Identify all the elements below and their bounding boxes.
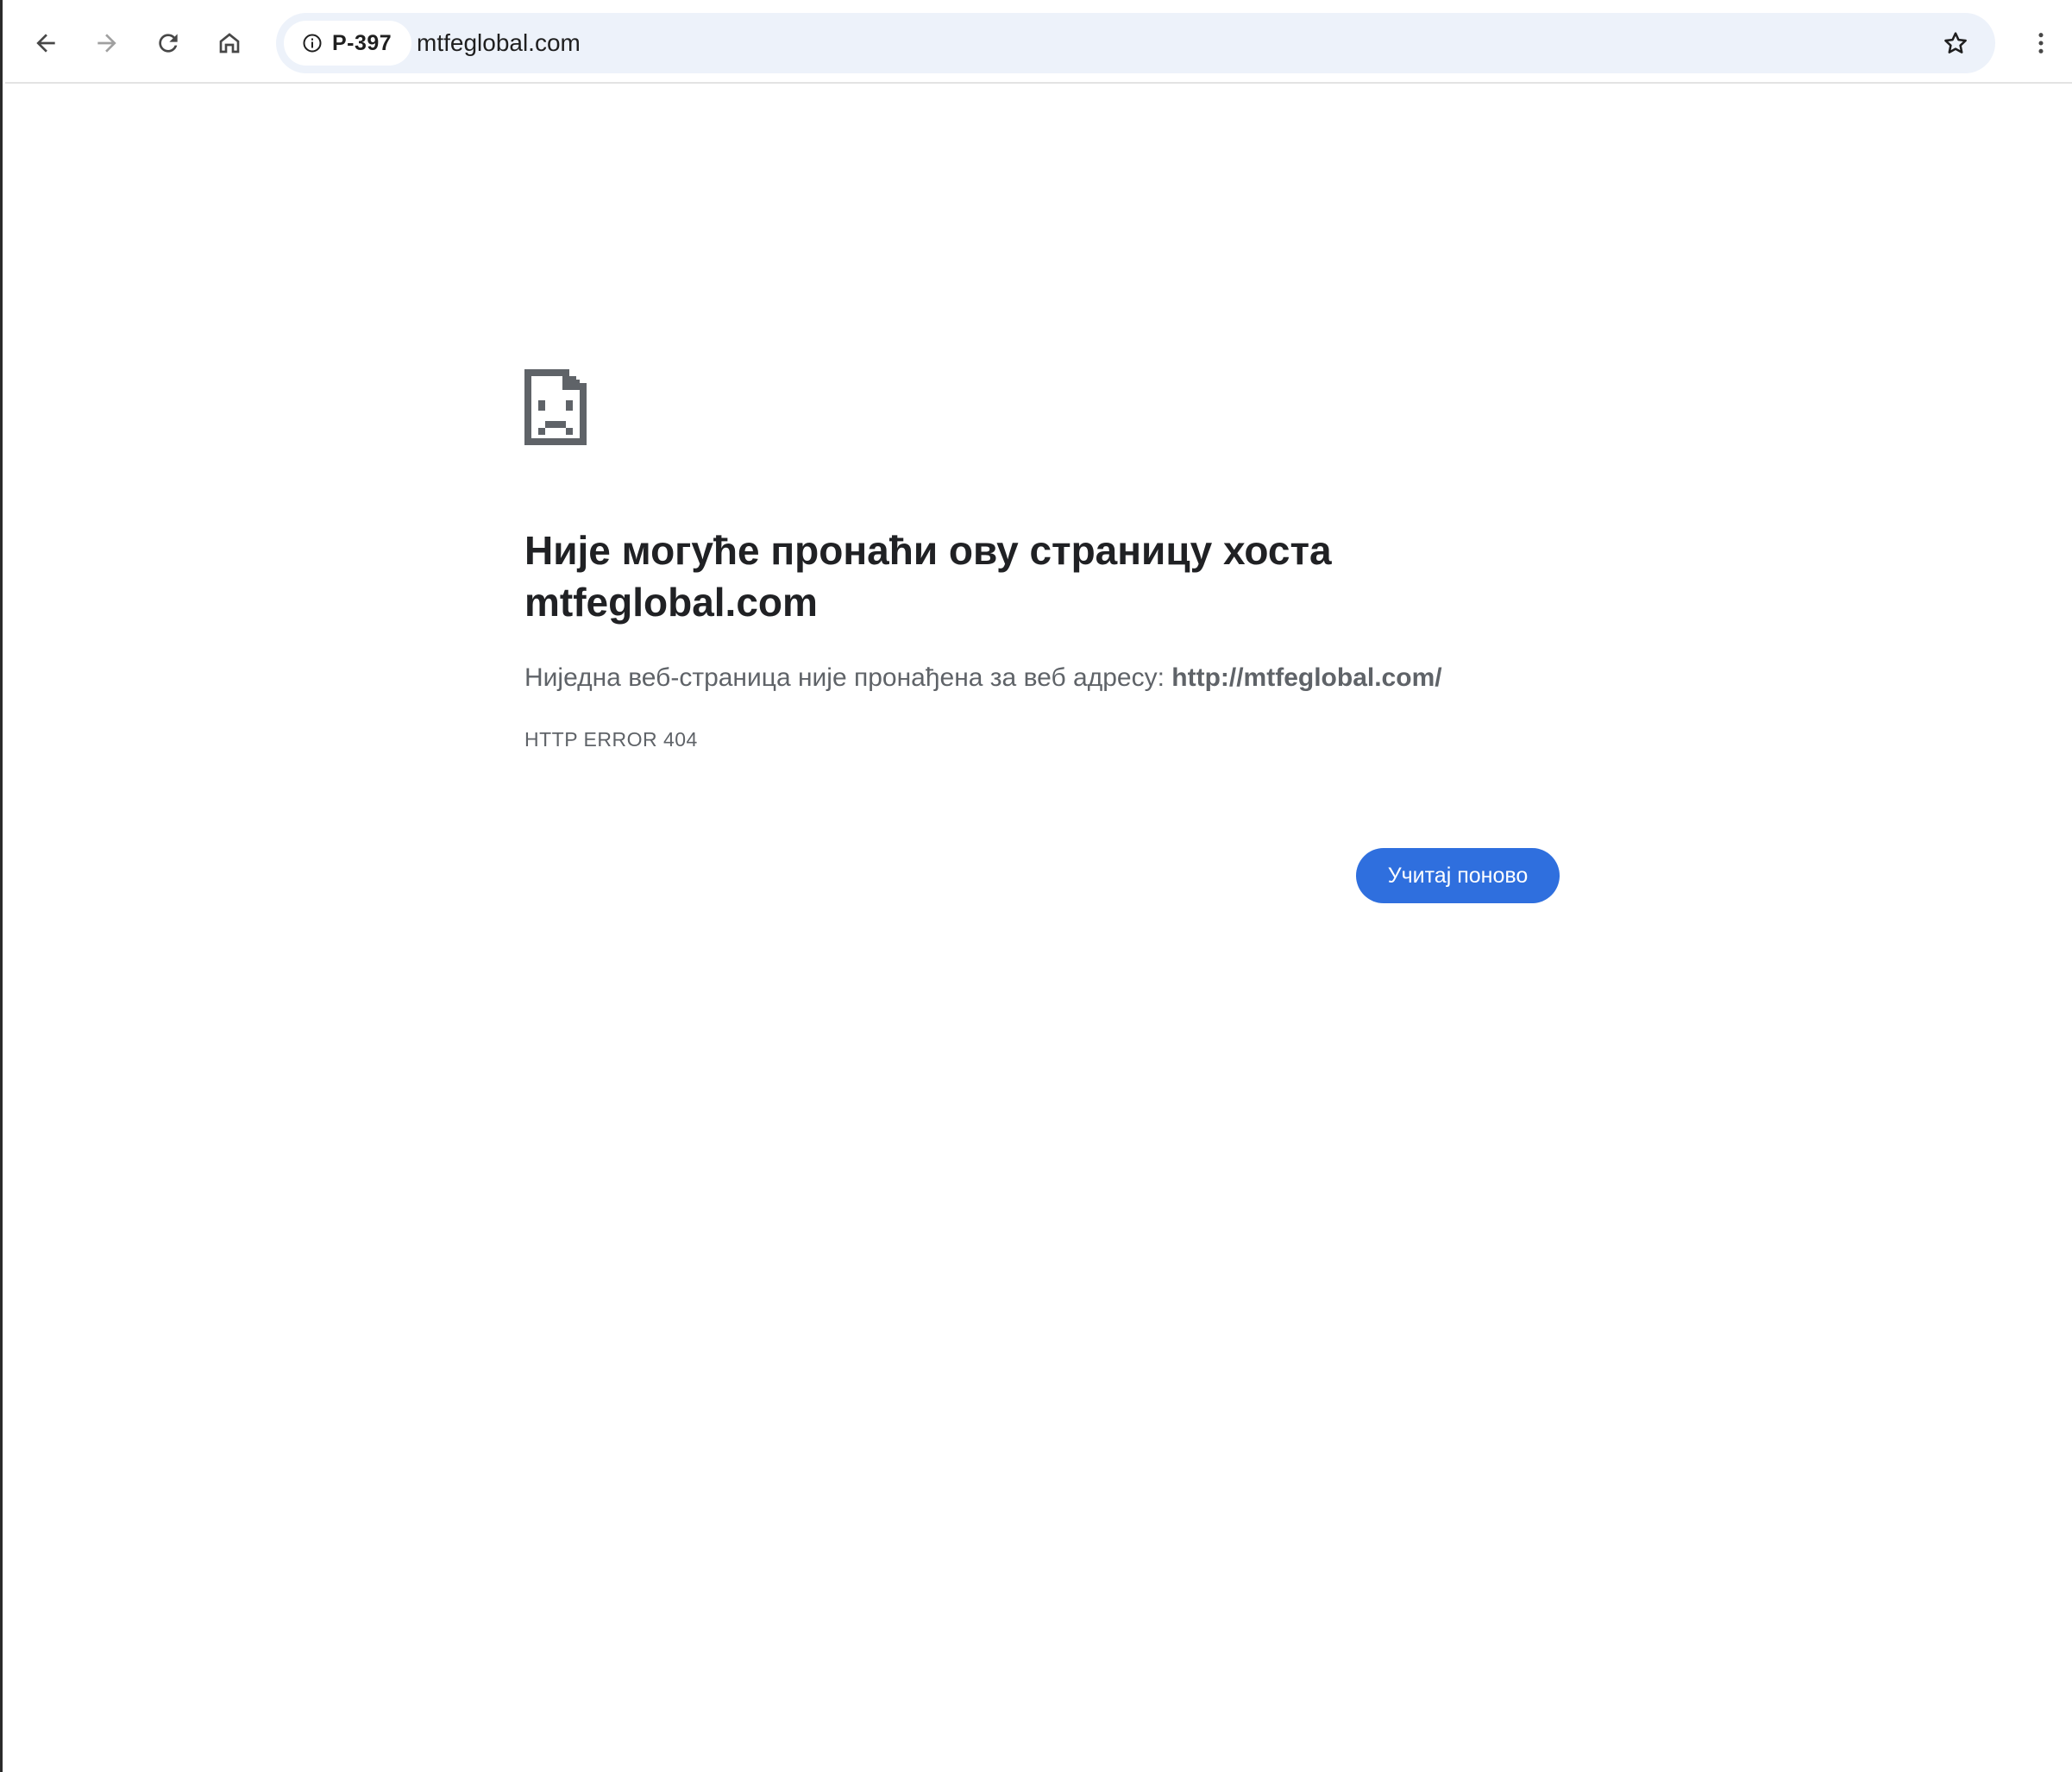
info-icon [303, 34, 322, 53]
arrow-left-icon [36, 34, 55, 53]
error-title: Није могуће пронаћи ову страницу хоста m… [524, 525, 1560, 628]
arrow-right-icon [97, 34, 116, 53]
browser-toolbar: P-397 mtfeglobal.com [5, 0, 2072, 84]
browser-menu-button[interactable] [2015, 17, 2067, 69]
sad-document-icon [524, 369, 587, 445]
browser-window: P-397 mtfeglobal.com Није могуће пронаћи… [0, 0, 2072, 1772]
error-title-line1: Није могуће пронаћи ову страницу хоста [524, 528, 1332, 573]
home-button[interactable] [204, 17, 255, 69]
site-info-chip-label: P-397 [332, 31, 392, 55]
site-info-chip[interactable]: P-397 [284, 21, 411, 66]
error-description-url: http://mtfeglobal.com/ [1171, 663, 1442, 692]
star-icon [1944, 32, 1967, 53]
error-title-host: mtfeglobal.com [524, 580, 818, 625]
reload-icon [159, 34, 178, 53]
error-code: HTTP ERROR 404 [524, 728, 698, 751]
error-description-text: Ниједна веб-страница није пронађена за в… [524, 663, 1172, 692]
forward-button[interactable] [81, 17, 133, 69]
kebab-menu-icon [2038, 33, 2044, 53]
reload-page-button[interactable] [142, 17, 194, 69]
address-bar-url[interactable]: mtfeglobal.com [417, 13, 581, 73]
address-bar[interactable]: P-397 mtfeglobal.com [276, 13, 1995, 73]
reload-button[interactable]: Учитај поново [1356, 848, 1560, 903]
home-icon [219, 33, 240, 53]
error-description: Ниједна веб-страница није пронађена за в… [524, 659, 1646, 697]
back-button[interactable] [20, 17, 72, 69]
bookmark-button[interactable] [1931, 19, 1980, 67]
